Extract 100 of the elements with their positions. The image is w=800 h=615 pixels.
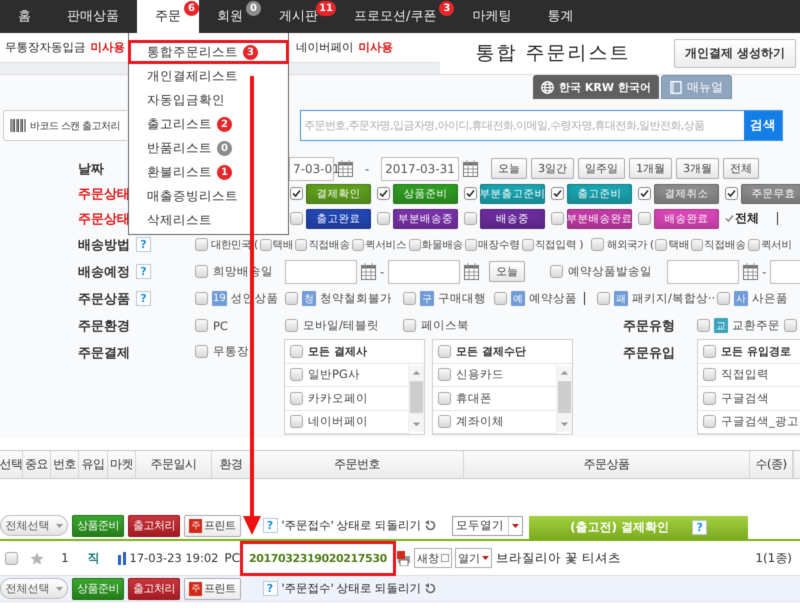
period-button[interactable]: 전체 bbox=[723, 158, 760, 179]
date-field[interactable] bbox=[388, 260, 460, 284]
star-icon[interactable] bbox=[30, 552, 44, 564]
status-button[interactable]: 출고완료 bbox=[306, 208, 371, 228]
action-button[interactable]: 출고처리 bbox=[128, 514, 180, 536]
barcode-scan-button[interactable]: 바코드 스캔 출고처리 bbox=[3, 110, 127, 141]
checkbox[interactable] bbox=[703, 344, 716, 358]
open-all-dropdown[interactable]: 모두열기 bbox=[452, 516, 524, 536]
checkbox[interactable] bbox=[195, 238, 208, 251]
nav-tab[interactable]: 마케팅 bbox=[454, 0, 530, 33]
checkbox[interactable] bbox=[597, 292, 610, 305]
checkbox[interactable] bbox=[438, 415, 451, 428]
checkbox[interactable] bbox=[465, 238, 478, 250]
checkbox[interactable] bbox=[290, 212, 303, 225]
checkbox[interactable] bbox=[703, 415, 716, 428]
date-field[interactable] bbox=[770, 260, 800, 284]
period-button[interactable]: 일주일 bbox=[578, 158, 626, 179]
create-button[interactable]: 개인결제 생성하기 bbox=[674, 39, 796, 68]
checkbox[interactable] bbox=[290, 368, 303, 382]
checkbox[interactable] bbox=[655, 238, 668, 250]
nav-tab[interactable]: 판매상품 bbox=[49, 0, 137, 33]
print-button[interactable]: 주 프린트 bbox=[184, 514, 240, 536]
nav-tab[interactable]: 주문 6 bbox=[137, 0, 199, 33]
checkbox[interactable] bbox=[377, 212, 390, 225]
checkbox[interactable] bbox=[195, 319, 208, 332]
refresh-icon[interactable] bbox=[425, 520, 436, 531]
date-field[interactable] bbox=[285, 260, 357, 284]
checkbox[interactable] bbox=[403, 319, 416, 332]
checkbox[interactable] bbox=[285, 292, 298, 305]
checkbox[interactable] bbox=[438, 392, 451, 405]
action-button[interactable]: 출고처리 bbox=[128, 578, 180, 600]
status-button[interactable]: 배송완료 bbox=[654, 208, 719, 228]
action-button[interactable]: 상품준비 bbox=[72, 578, 124, 600]
checkbox[interactable] bbox=[290, 344, 303, 358]
status-button[interactable]: 주문무효 bbox=[741, 184, 800, 204]
calendar-icon[interactable] bbox=[338, 160, 353, 177]
status-button[interactable]: 상품준비 bbox=[393, 184, 458, 204]
date-field[interactable]: 2017-03-31 bbox=[381, 156, 460, 180]
checkbox[interactable] bbox=[195, 265, 208, 278]
select-all-dropdown[interactable]: 전체선택 bbox=[0, 515, 68, 536]
checkbox[interactable] bbox=[638, 212, 651, 225]
checkbox[interactable] bbox=[195, 345, 208, 358]
menu-item[interactable]: 통합주문리스트 3 bbox=[128, 40, 289, 64]
checkbox[interactable] bbox=[550, 265, 564, 278]
revert-link[interactable]: '주문접수' 상태로 되돌리기 bbox=[282, 581, 422, 596]
checkbox[interactable] bbox=[494, 292, 507, 305]
status-button[interactable]: 부분배송중 bbox=[393, 208, 458, 228]
checkbox[interactable] bbox=[638, 187, 651, 200]
calendar-icon[interactable] bbox=[463, 160, 478, 177]
checkbox[interactable] bbox=[717, 292, 730, 305]
checkbox[interactable] bbox=[464, 187, 477, 200]
checkbox[interactable] bbox=[464, 212, 477, 225]
checkbox[interactable] bbox=[290, 187, 303, 200]
period-button[interactable]: 1개월 bbox=[629, 158, 672, 179]
checkbox[interactable] bbox=[725, 187, 738, 200]
locale-button[interactable]: 한국 KRW 한국어 bbox=[533, 75, 659, 99]
checkbox[interactable] bbox=[551, 187, 564, 200]
select-all-dropdown[interactable]: 전체선택 bbox=[0, 578, 68, 599]
print-icon[interactable] bbox=[396, 550, 411, 566]
period-button[interactable]: 3개월 bbox=[676, 158, 720, 179]
refresh-icon[interactable] bbox=[425, 583, 436, 594]
revert-link[interactable]: '주문접수' 상태로 되돌리기 bbox=[282, 518, 422, 533]
checkbox[interactable] bbox=[408, 238, 421, 250]
checkbox[interactable] bbox=[522, 238, 534, 250]
all-toggle[interactable]: 전체 bbox=[725, 210, 759, 227]
today-button[interactable]: 오늘 bbox=[489, 261, 526, 282]
checkbox[interactable] bbox=[703, 368, 716, 382]
calendar-icon[interactable] bbox=[361, 263, 376, 280]
checkbox[interactable] bbox=[438, 344, 451, 358]
calendar-icon[interactable] bbox=[464, 263, 480, 280]
nav-tab[interactable]: 통계 bbox=[529, 0, 592, 33]
nav-tab[interactable]: 프로모션/쿠폰 3 bbox=[336, 0, 454, 33]
menu-item[interactable]: 개인결제리스트 bbox=[128, 64, 289, 88]
menu-item[interactable]: 자동입금확인 bbox=[128, 88, 289, 112]
checkbox[interactable] bbox=[377, 187, 390, 200]
status-button[interactable]: 결제취소 bbox=[654, 184, 719, 204]
checkbox[interactable] bbox=[551, 212, 564, 225]
new-window-button[interactable]: 새창 bbox=[414, 548, 452, 568]
checkbox[interactable] bbox=[691, 238, 704, 250]
menu-item[interactable]: 삭제리스트 bbox=[128, 208, 289, 232]
open-dropdown[interactable]: 열기 bbox=[454, 548, 492, 568]
status-button[interactable]: 배송중 bbox=[480, 208, 545, 228]
checkbox[interactable] bbox=[195, 292, 208, 305]
checkbox[interactable] bbox=[290, 415, 303, 428]
checkbox[interactable] bbox=[697, 319, 710, 332]
scrollbar[interactable] bbox=[556, 364, 572, 434]
checkbox[interactable] bbox=[590, 238, 604, 251]
checkbox[interactable] bbox=[295, 238, 308, 250]
order-number-link[interactable]: 2017032319020217530 bbox=[240, 540, 396, 576]
date-field[interactable] bbox=[667, 260, 740, 284]
checkbox[interactable] bbox=[285, 319, 298, 332]
calendar-icon[interactable] bbox=[743, 263, 758, 280]
checkbox[interactable] bbox=[438, 368, 451, 382]
nav-tab[interactable]: 홈 bbox=[0, 0, 49, 33]
checkbox[interactable] bbox=[352, 238, 364, 250]
scrollbar[interactable] bbox=[408, 364, 424, 434]
menu-item[interactable]: 환불리스트 1 bbox=[128, 160, 289, 184]
nav-tab[interactable]: 회원 0 bbox=[199, 0, 261, 33]
checkbox[interactable] bbox=[290, 392, 303, 405]
period-button[interactable]: 3일간 bbox=[531, 158, 574, 179]
